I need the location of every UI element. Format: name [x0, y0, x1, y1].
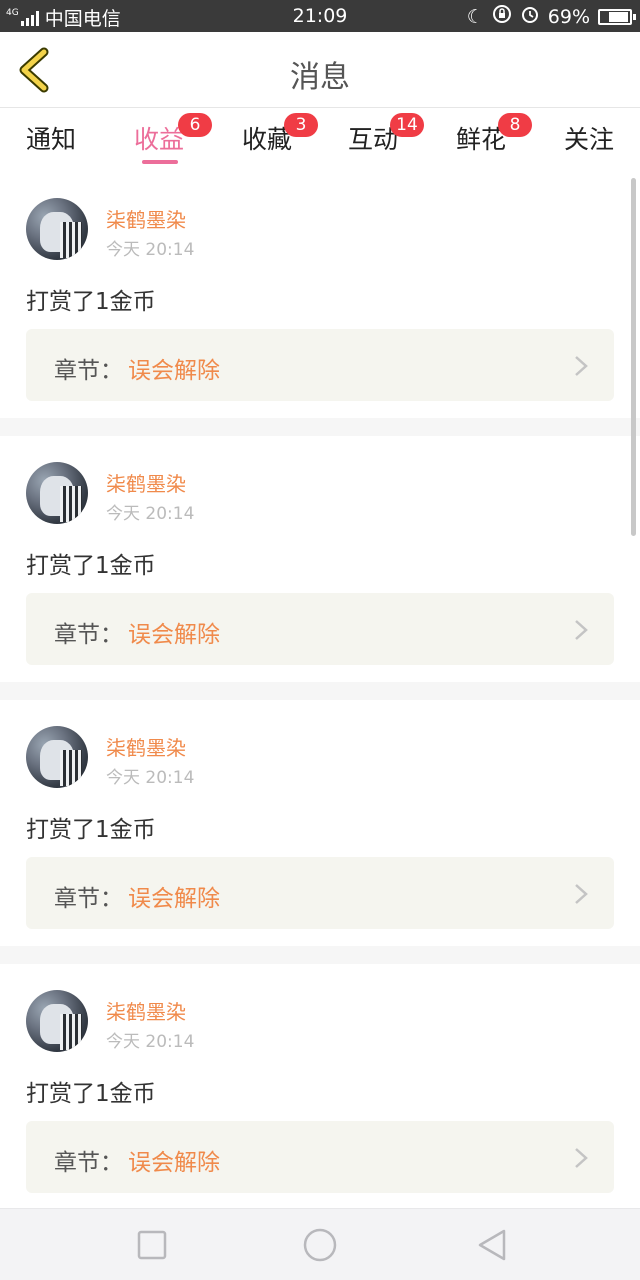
chapter-link[interactable]: 章节： 误会解除	[26, 1121, 614, 1193]
tab-earnings[interactable]: 收益 6	[114, 113, 212, 156]
message-time: 今天 20:14	[106, 240, 195, 260]
page-title: 消息	[290, 60, 350, 95]
chevron-right-icon	[575, 356, 588, 376]
chevron-right-icon	[575, 620, 588, 640]
message-time: 今天 20:14	[106, 1032, 195, 1052]
alarm-icon	[520, 4, 540, 29]
tab-badge: 8	[498, 113, 532, 137]
tab-badge: 6	[178, 113, 212, 137]
message-action: 打赏了1金币	[26, 553, 156, 579]
tab-label: 收益	[133, 125, 184, 154]
message-time: 今天 20:14	[106, 504, 195, 524]
avatar[interactable]	[26, 726, 88, 788]
battery-percent: 69%	[547, 5, 590, 28]
system-nav-bar	[0, 1208, 640, 1280]
tab-interactions[interactable]: 互动 14	[328, 113, 424, 156]
chapter-link[interactable]: 章节： 误会解除	[26, 857, 614, 929]
tab-flowers[interactable]: 鲜花 8	[436, 113, 532, 156]
chevron-right-icon	[575, 884, 588, 904]
chapter-link[interactable]: 章节： 误会解除	[26, 593, 614, 665]
message-card: 柒鹤墨染 今天 20:14 打赏了1金币 章节： 误会解除	[0, 964, 640, 1208]
tab-favorites[interactable]: 收藏 3	[222, 113, 318, 156]
message-action: 打赏了1金币	[26, 1081, 156, 1107]
circle-icon	[303, 1228, 337, 1262]
tab-badge: 14	[390, 113, 424, 137]
back-nav-button[interactable]	[474, 1227, 510, 1263]
status-right: ☾ 69%	[459, 4, 636, 29]
recent-apps-button[interactable]	[134, 1227, 170, 1263]
moon-icon: ☾	[466, 5, 484, 28]
chapter-name: 误会解除	[128, 622, 220, 648]
chapter-label: 章节：	[54, 622, 123, 648]
chapter-label: 章节：	[54, 358, 123, 384]
message-card: 柒鹤墨染 今天 20:14 打赏了1金币 章节： 误会解除	[0, 700, 640, 946]
avatar[interactable]	[26, 990, 88, 1052]
tab-label: 通知	[25, 125, 76, 154]
tab-notifications[interactable]: 通知	[6, 120, 96, 156]
username[interactable]: 柒鹤墨染	[106, 204, 186, 233]
tab-badge: 3	[284, 113, 318, 137]
message-card: 柒鹤墨染 今天 20:14 打赏了1金币 章节： 误会解除	[0, 172, 640, 418]
chapter-name: 误会解除	[128, 1150, 220, 1176]
chapter-name: 误会解除	[128, 358, 220, 384]
chapter-label: 章节：	[54, 1150, 123, 1176]
tab-label: 关注	[563, 125, 614, 154]
username[interactable]: 柒鹤墨染	[106, 732, 186, 761]
scrollbar[interactable]	[631, 178, 636, 536]
username[interactable]: 柒鹤墨染	[106, 996, 186, 1025]
chapter-label: 章节：	[54, 886, 123, 912]
tab-bar: 通知 收益 6 收藏 3 互动 14 鲜花 8 关注	[0, 108, 640, 172]
square-icon	[137, 1230, 167, 1260]
active-tab-indicator	[142, 160, 178, 164]
home-button[interactable]	[302, 1227, 338, 1263]
header: 消息	[0, 32, 640, 108]
status-bar: 4G 中国电信 21:09 ☾ 69%	[0, 0, 640, 32]
message-list[interactable]: 柒鹤墨染 今天 20:14 打赏了1金币 章节： 误会解除 柒鹤墨染 今天 20…	[0, 172, 640, 1208]
message-card: 柒鹤墨染 今天 20:14 打赏了1金币 章节： 误会解除	[0, 436, 640, 682]
message-time: 今天 20:14	[106, 768, 195, 788]
username[interactable]: 柒鹤墨染	[106, 468, 186, 497]
avatar[interactable]	[26, 462, 88, 524]
battery-icon	[598, 8, 636, 25]
tab-following[interactable]: 关注	[544, 120, 634, 156]
message-action: 打赏了1金币	[26, 817, 156, 843]
rotation-lock-icon	[492, 4, 512, 29]
chapter-name: 误会解除	[128, 886, 220, 912]
message-action: 打赏了1金币	[26, 289, 156, 315]
avatar[interactable]	[26, 198, 88, 260]
chapter-link[interactable]: 章节： 误会解除	[26, 329, 614, 401]
triangle-back-icon	[478, 1229, 506, 1261]
chevron-right-icon	[575, 1148, 588, 1168]
